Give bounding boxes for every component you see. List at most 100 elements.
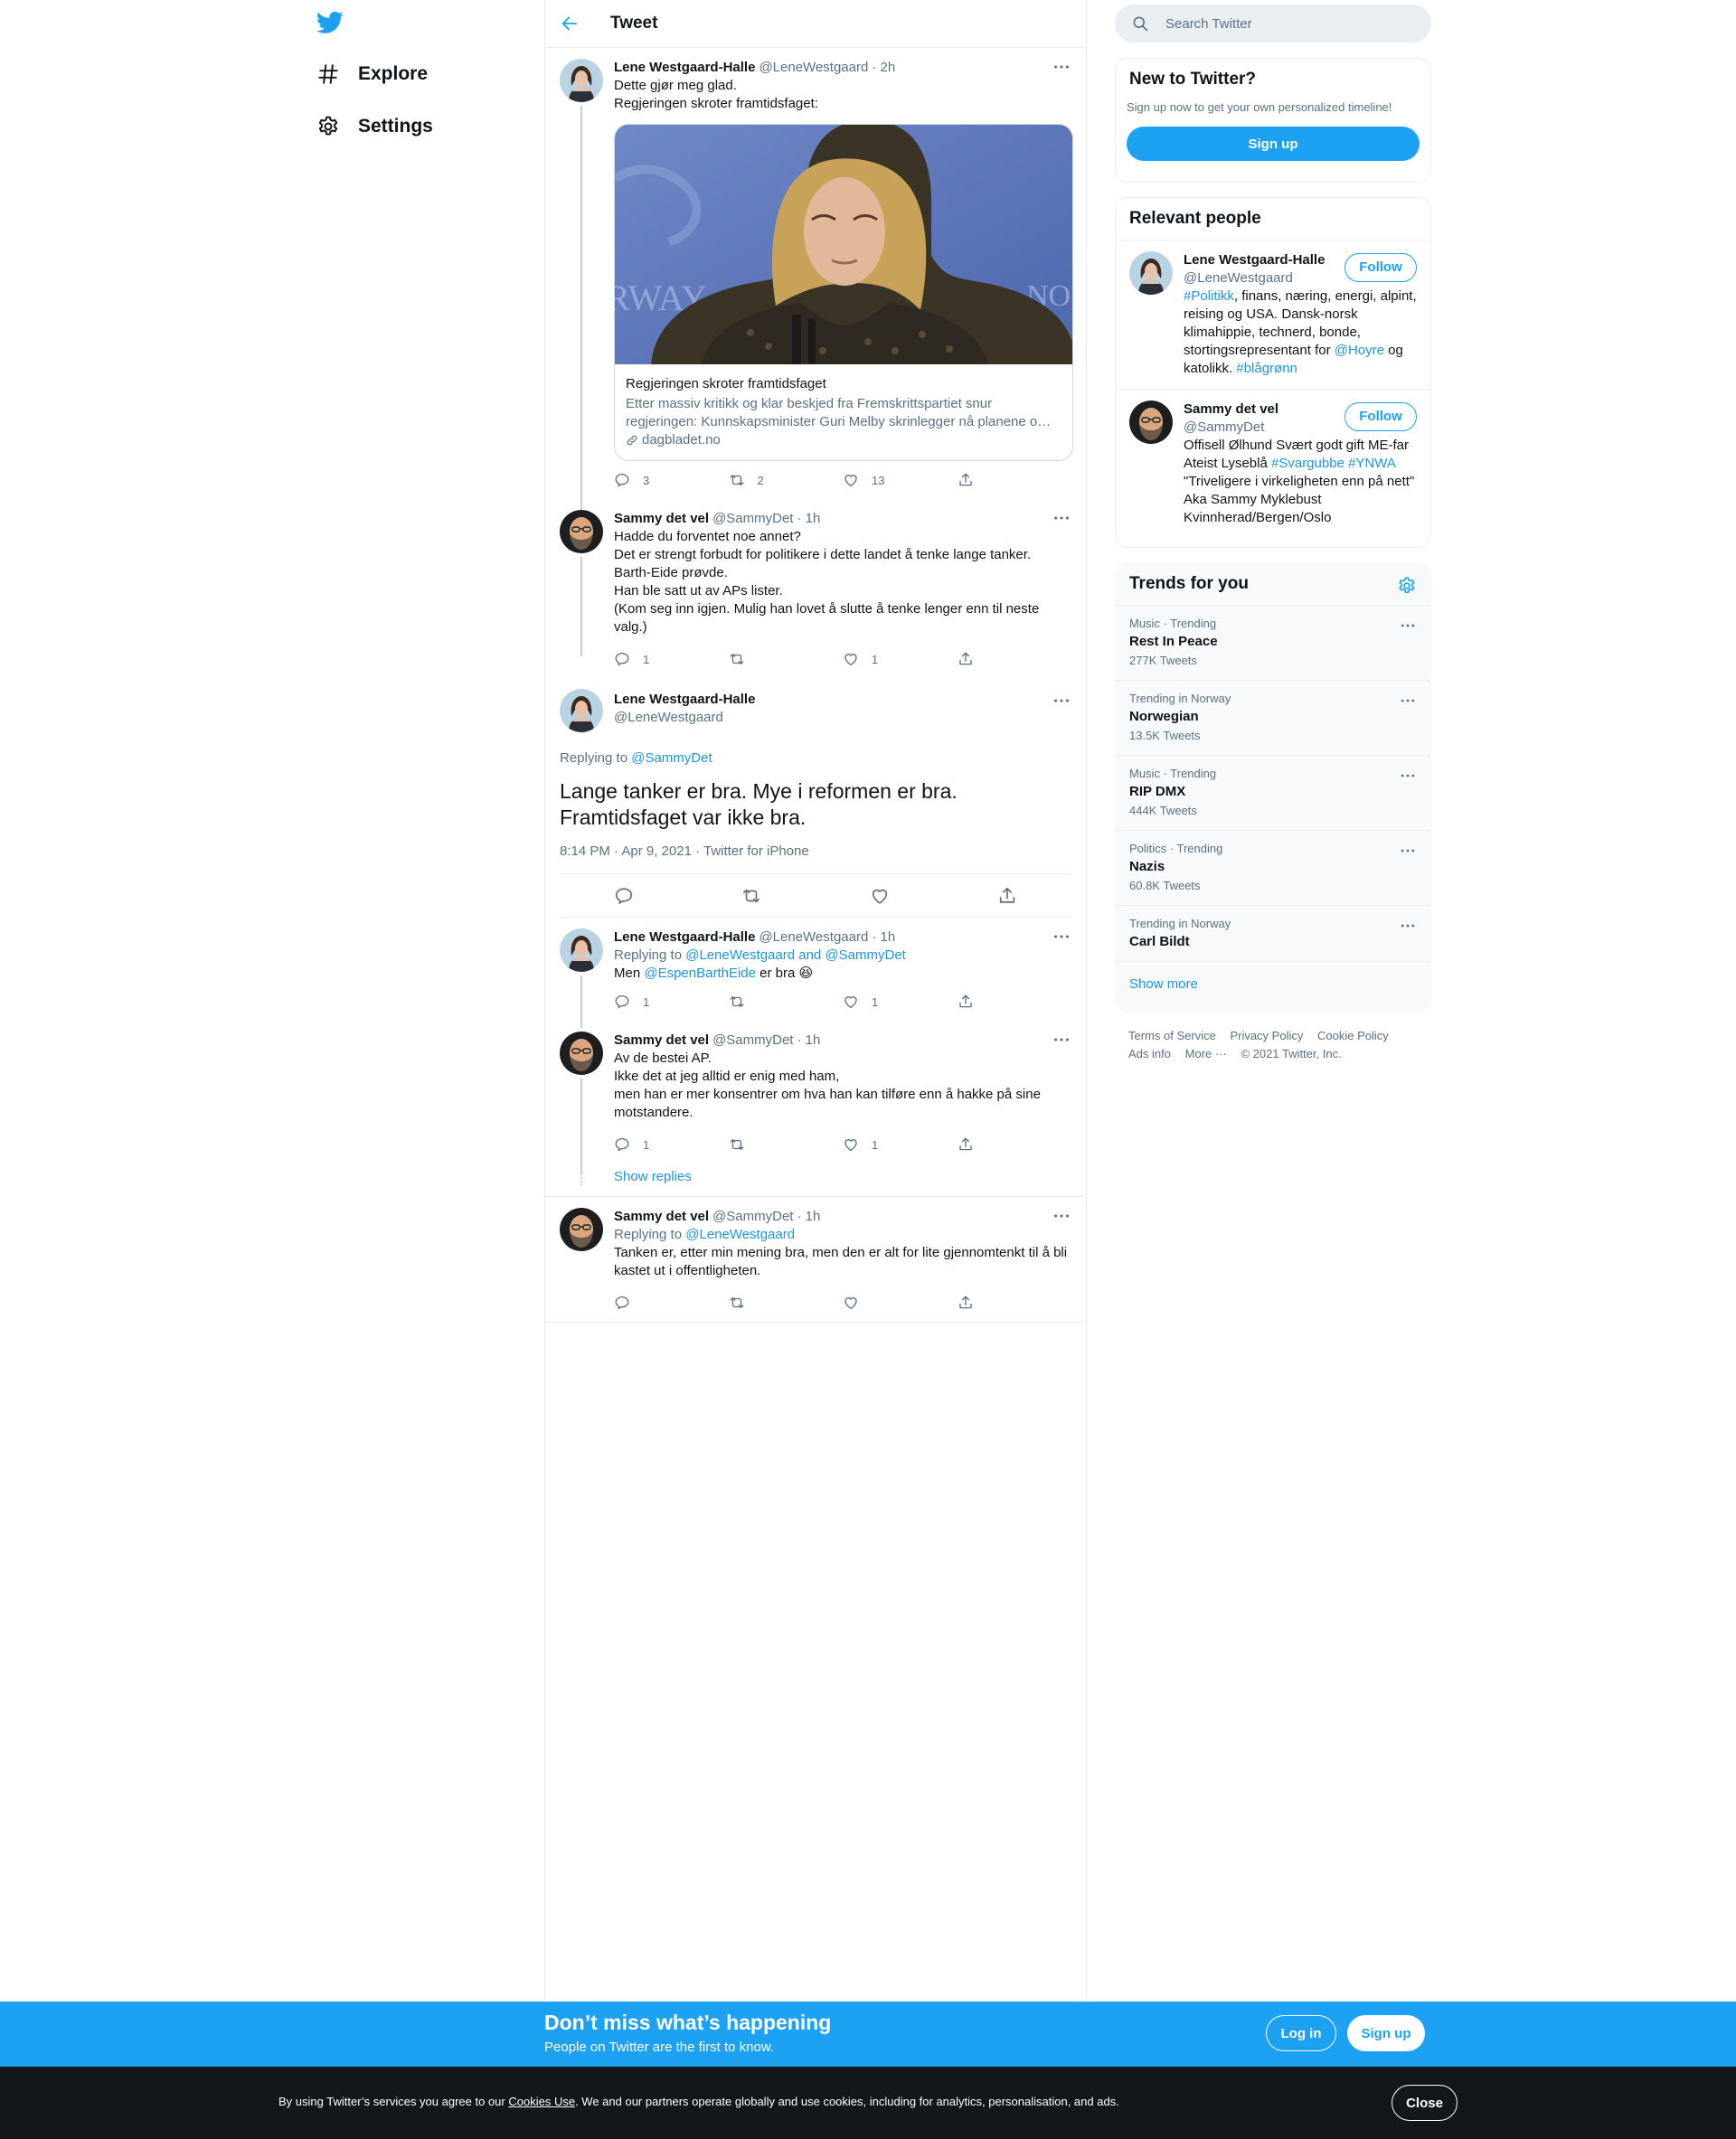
tweet-time[interactable]: · 1h: [797, 510, 820, 528]
replying-to-link[interactable]: @LeneWestgaard: [685, 1227, 795, 1242]
twitter-logo-icon[interactable]: [316, 11, 344, 34]
avatar[interactable]: [560, 928, 603, 972]
retweet-button[interactable]: [729, 651, 844, 667]
nav-explore[interactable]: Explore: [316, 56, 428, 92]
reply-button[interactable]: 1: [614, 1136, 729, 1153]
link-card[interactable]: RWAY NO Regjeringen skroter framtidsfage…: [614, 124, 1073, 461]
person-card[interactable]: Sammy det vel @SammyDet Follow Offisell …: [1116, 389, 1430, 538]
like-icon[interactable]: [870, 886, 890, 906]
tweet-time[interactable]: · 2h: [872, 59, 895, 77]
author-handle[interactable]: @LeneWestgaard: [759, 928, 868, 947]
avatar[interactable]: [560, 689, 603, 732]
trends-settings-gear-icon[interactable]: [1397, 576, 1417, 596]
avatar[interactable]: [1129, 251, 1173, 295]
reply-icon[interactable]: [614, 886, 634, 906]
like-button[interactable]: 1: [843, 994, 958, 1010]
footer-cookie-link[interactable]: Cookie Policy: [1317, 1029, 1389, 1042]
retweet-button[interactable]: 2: [729, 472, 844, 488]
footer-ads-link[interactable]: Ads info: [1128, 1047, 1171, 1060]
author-handle[interactable]: @SammyDet: [712, 510, 793, 528]
search-input[interactable]: Search Twitter: [1115, 5, 1431, 42]
avatar[interactable]: [560, 1032, 603, 1075]
more-options-icon[interactable]: [1052, 927, 1071, 947]
like-button[interactable]: 13: [843, 472, 958, 488]
more-options-icon[interactable]: [1399, 692, 1417, 710]
author-name[interactable]: Lene Westgaard-Halle: [614, 59, 755, 77]
reply-button[interactable]: [614, 1295, 729, 1311]
avatar[interactable]: [1129, 400, 1173, 444]
share-button[interactable]: [958, 472, 1072, 488]
share-icon[interactable]: [997, 886, 1017, 906]
author-handle[interactable]: @LeneWestgaard: [759, 59, 868, 77]
follow-button[interactable]: Follow: [1344, 253, 1417, 282]
like-button[interactable]: 1: [843, 651, 958, 667]
more-options-icon[interactable]: [1052, 1206, 1071, 1226]
signup-button[interactable]: Sign up: [1347, 2015, 1425, 2051]
more-options-icon[interactable]: [1052, 57, 1071, 77]
retweet-button[interactable]: [729, 1136, 844, 1153]
trend-item[interactable]: Music · Trending Rest In Peace 277K Twee…: [1116, 605, 1430, 680]
author-name[interactable]: Sammy det vel: [614, 510, 709, 528]
person-card[interactable]: Lene Westgaard-Halle @LeneWestgaard Foll…: [1116, 240, 1430, 389]
retweet-button[interactable]: [729, 1295, 844, 1311]
tweet[interactable]: Sammy det vel @SammyDet · 1h Av de beste…: [545, 1021, 1086, 1196]
share-button[interactable]: [958, 1136, 1072, 1153]
hashtag-link[interactable]: #Svargubbe: [1271, 456, 1344, 471]
like-button[interactable]: [843, 1295, 958, 1311]
more-options-icon[interactable]: [1052, 691, 1071, 711]
replying-to-link[interactable]: @LeneWestgaard and @SammyDet: [685, 947, 906, 963]
retweet-icon[interactable]: [741, 886, 761, 906]
like-button[interactable]: 1: [843, 1136, 958, 1153]
hashtag-link[interactable]: #YNWA: [1348, 456, 1395, 471]
hashtag-link[interactable]: #blågrønn: [1236, 361, 1297, 376]
author-name[interactable]: Lene Westgaard-Halle: [614, 691, 1071, 709]
footer-more-link[interactable]: More ···: [1185, 1047, 1227, 1060]
mention-link[interactable]: @Hoyre: [1335, 343, 1384, 358]
reply-button[interactable]: 1: [614, 994, 729, 1010]
share-button[interactable]: [958, 651, 1072, 667]
author-name[interactable]: Lene Westgaard-Halle: [614, 928, 755, 947]
avatar[interactable]: [560, 59, 603, 102]
reply-button[interactable]: 3: [614, 472, 729, 488]
author-handle[interactable]: @LeneWestgaard: [614, 709, 1071, 727]
trend-item[interactable]: Music · Trending RIP DMX 444K Tweets: [1116, 755, 1430, 830]
mention-link[interactable]: @EspenBarthEide: [644, 966, 756, 981]
tweet[interactable]: Lene Westgaard-Halle @LeneWestgaard · 2h…: [545, 48, 1086, 538]
tweet-time[interactable]: · 1h: [797, 1032, 820, 1050]
author-name[interactable]: Sammy det vel: [614, 1208, 709, 1226]
more-options-icon[interactable]: [1399, 842, 1417, 860]
tweet[interactable]: Lene Westgaard-Halle @LeneWestgaard · 1h…: [545, 918, 1086, 1028]
share-button[interactable]: [958, 994, 1072, 1010]
footer-privacy-link[interactable]: Privacy Policy: [1230, 1029, 1303, 1042]
trend-item[interactable]: Trending in Norway Norwegian 13.5K Tweet…: [1116, 680, 1430, 755]
tweet[interactable]: Sammy det vel @SammyDet · 1h Replying to…: [545, 1197, 1086, 1322]
cookie-close-button[interactable]: Close: [1392, 2085, 1458, 2121]
author-handle[interactable]: @SammyDet: [712, 1208, 793, 1226]
reply-button[interactable]: 1: [614, 651, 729, 667]
more-options-icon[interactable]: [1399, 617, 1417, 635]
nav-settings[interactable]: Settings: [316, 108, 433, 145]
more-options-icon[interactable]: [1052, 508, 1071, 528]
hashtag-link[interactable]: #Politikk: [1184, 288, 1234, 304]
tweet[interactable]: Sammy det vel @SammyDet · 1h Hadde du fo…: [545, 499, 1086, 678]
more-options-icon[interactable]: [1399, 917, 1417, 935]
follow-button[interactable]: Follow: [1344, 402, 1417, 431]
login-button[interactable]: Log in: [1266, 2015, 1336, 2051]
tweet-time[interactable]: · 1h: [797, 1208, 820, 1226]
sidebar-signup-button[interactable]: Sign up: [1127, 127, 1420, 161]
footer-terms-link[interactable]: Terms of Service: [1128, 1029, 1216, 1042]
show-more-link[interactable]: Show more: [1116, 961, 1430, 1006]
trend-item[interactable]: Politics · Trending Nazis 60.8K Tweets: [1116, 830, 1430, 905]
trend-item[interactable]: Trending in Norway Carl Bildt: [1116, 905, 1430, 961]
back-arrow-icon[interactable]: [560, 14, 580, 33]
author-name[interactable]: Sammy det vel: [614, 1032, 709, 1050]
retweet-button[interactable]: [729, 994, 844, 1010]
replying-to-link[interactable]: @SammyDet: [631, 750, 712, 766]
show-replies-link[interactable]: Show replies: [614, 1169, 692, 1184]
avatar[interactable]: [560, 1208, 603, 1251]
tweet-time[interactable]: · 1h: [872, 928, 895, 947]
share-button[interactable]: [958, 1295, 1072, 1311]
author-handle[interactable]: @SammyDet: [712, 1032, 793, 1050]
tweet-timestamp[interactable]: 8:14 PM · Apr 9, 2021 · Twitter for iPho…: [560, 843, 1071, 874]
more-options-icon[interactable]: [1052, 1030, 1071, 1050]
